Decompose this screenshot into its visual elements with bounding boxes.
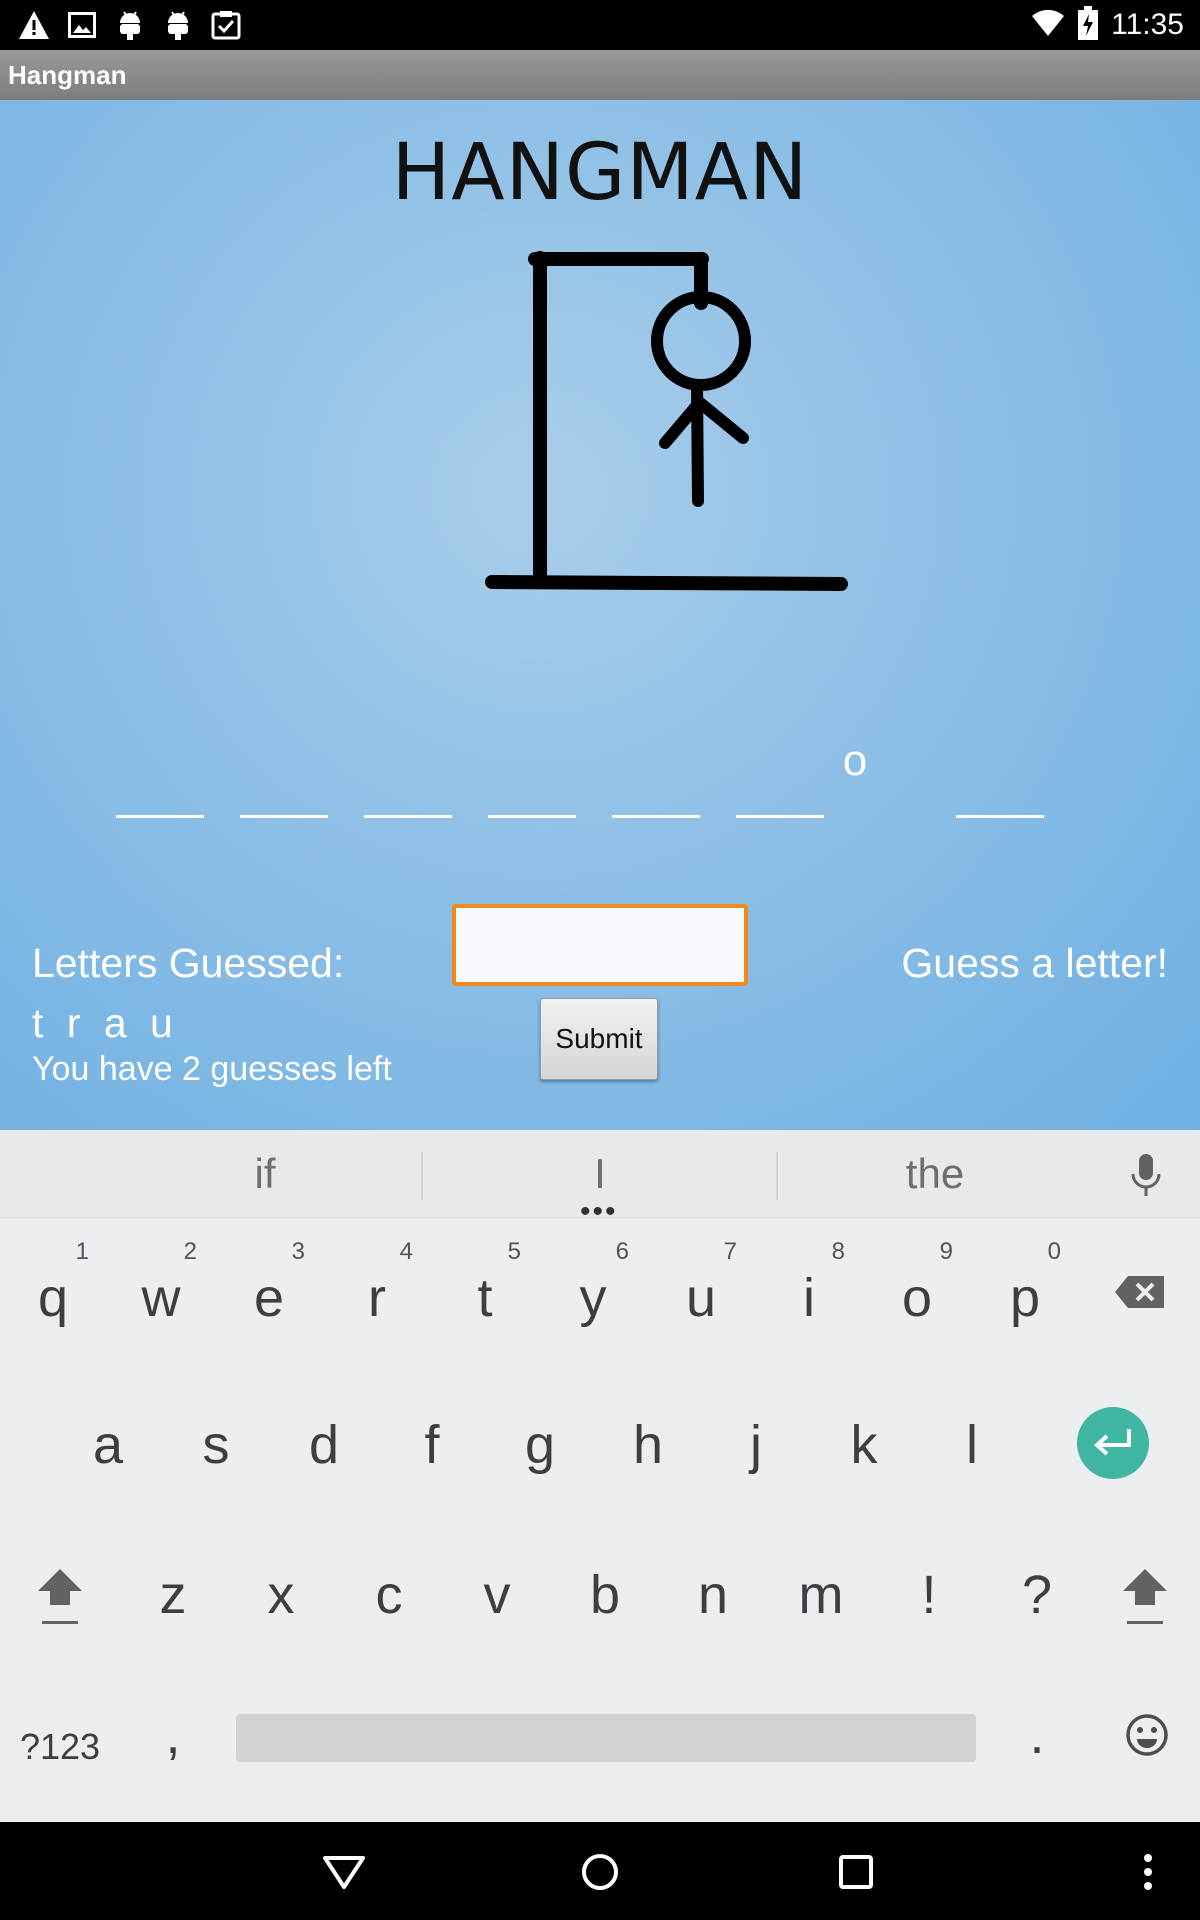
word-slot	[116, 740, 208, 820]
key-v[interactable]: v	[447, 1527, 547, 1637]
key-q[interactable]: 1q	[3, 1230, 103, 1340]
key-u[interactable]: 7u	[651, 1230, 751, 1340]
guesses-left-text: You have 2 guesses left	[32, 1050, 392, 1088]
suggestion-i[interactable]: I	[515, 1150, 685, 1198]
word-slot	[240, 740, 332, 820]
recents-button[interactable]	[828, 1844, 884, 1900]
key-i[interactable]: 8i	[759, 1230, 859, 1340]
key-s[interactable]: s	[166, 1377, 266, 1487]
backspace-icon	[1115, 1276, 1164, 1308]
app-bar: Hangman	[0, 50, 1200, 100]
guess-prompt: Guess a letter!	[901, 940, 1168, 986]
suggestion-if[interactable]: if	[180, 1150, 350, 1198]
key-exclamation[interactable]: !	[879, 1527, 979, 1637]
word-slot	[736, 740, 828, 820]
wifi-icon	[1031, 9, 1065, 42]
key-x[interactable]: x	[231, 1527, 331, 1637]
key-y[interactable]: 6y	[543, 1230, 643, 1340]
key-b[interactable]: b	[555, 1527, 655, 1637]
key-comma[interactable]: ,	[123, 1677, 223, 1787]
emoji-key[interactable]	[1095, 1677, 1195, 1787]
system-status: 11:35	[1031, 0, 1184, 50]
key-r[interactable]: 4r	[327, 1230, 427, 1340]
overflow-menu-button[interactable]	[1120, 1844, 1176, 1900]
back-button[interactable]	[316, 1844, 372, 1900]
key-p[interactable]: 0p	[975, 1230, 1075, 1340]
microphone-icon[interactable]	[1128, 1152, 1164, 1200]
android-icon	[162, 9, 194, 41]
enter-key[interactable]	[1077, 1407, 1149, 1479]
game-title: HANGMAN	[391, 128, 809, 218]
guess-input[interactable]	[452, 904, 748, 986]
letters-guessed-list: t r a u	[32, 1000, 179, 1046]
revealed-letter: o	[842, 736, 868, 785]
backspace-key[interactable]	[1090, 1230, 1190, 1340]
status-bar: 11:35	[0, 0, 1200, 50]
clipboard-check-icon	[210, 9, 242, 41]
notification-icons	[18, 8, 242, 42]
word-slot	[956, 740, 1048, 820]
key-period[interactable]: .	[987, 1677, 1087, 1787]
key-question[interactable]: ?	[987, 1527, 1087, 1637]
key-h[interactable]: h	[598, 1377, 698, 1487]
submit-button[interactable]: Submit	[540, 998, 658, 1080]
shift-key-left[interactable]	[10, 1527, 110, 1637]
home-button[interactable]	[572, 1844, 628, 1900]
key-a[interactable]: a	[58, 1377, 158, 1487]
home-circle-icon	[582, 1854, 618, 1890]
navigation-bar	[0, 1822, 1200, 1920]
symbols-key[interactable]: ?123	[10, 1677, 110, 1787]
suggestion-the[interactable]: the	[850, 1150, 1020, 1198]
key-g[interactable]: g	[490, 1377, 590, 1487]
key-f[interactable]: f	[382, 1377, 482, 1487]
key-z[interactable]: z	[123, 1527, 223, 1637]
image-icon	[66, 9, 98, 41]
key-e[interactable]: 3e	[219, 1230, 319, 1340]
key-j[interactable]: j	[706, 1377, 806, 1487]
clock: 11:35	[1111, 8, 1184, 41]
key-m[interactable]: m	[771, 1527, 871, 1637]
suggestion-divider	[776, 1152, 778, 1200]
word-slot	[612, 740, 704, 820]
spacebar[interactable]	[236, 1714, 976, 1762]
word-slot	[488, 740, 580, 820]
android-icon	[114, 9, 146, 41]
more-vert-icon	[1144, 1854, 1152, 1890]
word-display: o	[110, 736, 1070, 820]
warning-icon	[18, 9, 50, 41]
key-w[interactable]: 2w	[111, 1230, 211, 1340]
back-triangle-icon	[323, 1856, 365, 1889]
hangman-drawing	[485, 251, 848, 591]
suggestion-divider	[421, 1152, 423, 1200]
hanged-figure	[651, 291, 751, 507]
key-o[interactable]: 9o	[867, 1230, 967, 1340]
suggestion-strip: if I ••• the	[0, 1130, 1200, 1227]
emoji-icon	[1126, 1714, 1168, 1756]
key-c[interactable]: c	[339, 1527, 439, 1637]
key-d[interactable]: d	[274, 1377, 374, 1487]
enter-icon	[1094, 1429, 1131, 1456]
recents-square-icon	[839, 1855, 873, 1889]
key-k[interactable]: k	[814, 1377, 914, 1487]
key-n[interactable]: n	[663, 1527, 763, 1637]
key-t[interactable]: 5t	[435, 1230, 535, 1340]
more-suggestions-icon[interactable]: •••	[580, 1197, 618, 1227]
shift-icon	[38, 1569, 82, 1624]
app-title: Hangman	[8, 60, 127, 90]
shift-key-right[interactable]	[1095, 1527, 1195, 1637]
word-slot	[364, 740, 456, 820]
letters-guessed-label: Letters Guessed:	[32, 940, 345, 986]
screen: 11:35 Hangman HANGMAN o Letters Guessed:…	[0, 0, 1200, 1920]
key-l[interactable]: l	[922, 1377, 1022, 1487]
battery-charging-icon	[1077, 5, 1099, 45]
shift-icon	[1123, 1569, 1167, 1624]
